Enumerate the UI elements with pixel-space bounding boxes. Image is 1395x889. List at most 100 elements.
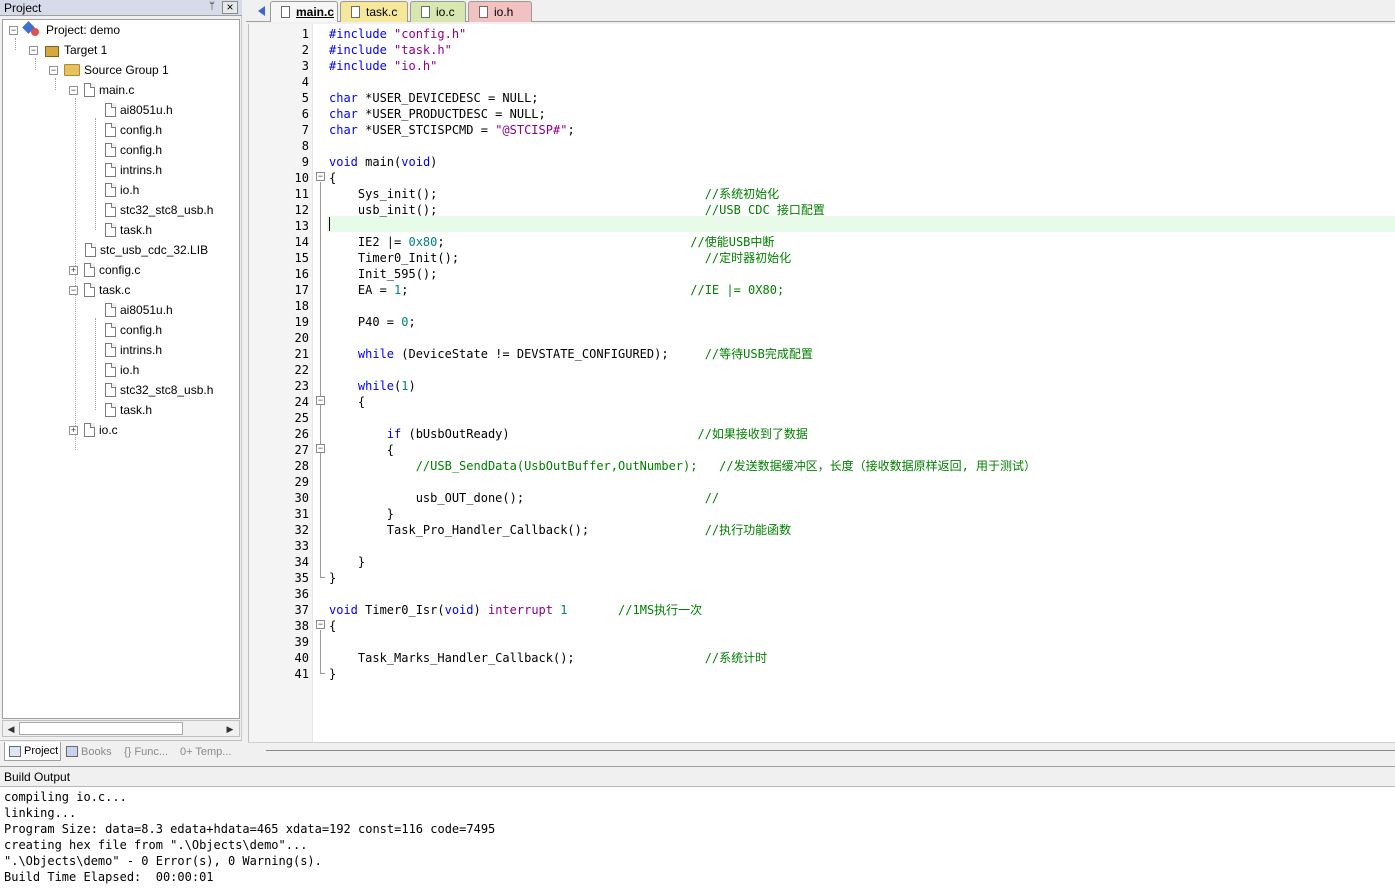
code-line[interactable]: //USB_SendData(UsbOutBuffer,OutNumber); … (329, 458, 1036, 474)
code-line[interactable]: char *USER_DEVICEDESC = NULL; (329, 90, 539, 106)
code-line[interactable]: EA = 1; //IE |= 0X80; (329, 282, 784, 298)
tree-file-config-c[interactable]: + config.c (69, 261, 140, 279)
tree-project-root[interactable]: − Project: demo (9, 21, 120, 39)
code-line[interactable]: } (329, 570, 336, 586)
tree-file-main-child[interactable]: intrins.h (105, 161, 162, 179)
code-line[interactable]: { (329, 442, 394, 458)
code-line[interactable]: } (329, 554, 365, 570)
fold-toggle-icon[interactable]: − (316, 620, 325, 629)
tree-file-io-c[interactable]: + io.c (69, 421, 118, 439)
file-icon (105, 363, 116, 377)
fold-toggle-icon[interactable]: − (316, 396, 325, 405)
code-line[interactable]: { (329, 394, 365, 410)
tab-task-c[interactable]: task.c (340, 1, 408, 22)
code-line[interactable]: } (329, 666, 336, 682)
line-number: 6 (301, 107, 309, 121)
tree-file-main-c[interactable]: − main.c (69, 81, 134, 99)
tree-file-main-child[interactable]: config.h (105, 141, 162, 159)
collapse-toggle-icon[interactable]: − (9, 25, 18, 35)
code-line[interactable]: #include "config.h" (329, 26, 466, 42)
scrollbar-thumb[interactable] (19, 722, 183, 735)
code-line[interactable]: { (329, 170, 336, 186)
scroll-left-icon[interactable]: ◀ (4, 722, 18, 736)
tree-file-task-child[interactable]: stc32_stc8_usb.h (105, 381, 213, 399)
code-line[interactable]: Sys_init(); //系统初始化 (329, 186, 779, 202)
expand-toggle-icon[interactable]: + (69, 265, 78, 275)
code-line[interactable]: #include "io.h" (329, 58, 437, 74)
code-editor: main.c task.c io.c io.h 1 2 3 4 5 6 7 8 … (246, 0, 1395, 762)
tree-file-main-child[interactable]: ai8051u.h (105, 101, 173, 119)
tree-file-main-child[interactable]: io.h (105, 181, 139, 199)
tree-label: ai8051u.h (120, 303, 173, 317)
code-line[interactable]: } (329, 506, 394, 522)
build-output-text[interactable]: compiling io.c... linking... Program Siz… (4, 789, 1394, 885)
file-icon (281, 6, 290, 18)
line-number: 11 (294, 187, 309, 201)
tab-io-c[interactable]: io.c (410, 1, 466, 22)
line-number: 7 (301, 123, 309, 137)
tree-file-task-child[interactable]: ai8051u.h (105, 301, 173, 319)
tree-file-main-child[interactable]: stc32_stc8_usb.h (105, 201, 213, 219)
output-line: creating hex file from ".\Objects\demo".… (4, 838, 308, 852)
tree-label: intrins.h (120, 163, 163, 177)
fold-toggle-icon[interactable]: − (316, 444, 325, 453)
code-line[interactable]: void Timer0_Isr(void) interrupt 1 //1MS执… (329, 602, 702, 618)
collapse-toggle-icon[interactable]: − (69, 85, 78, 95)
expand-toggle-icon[interactable]: + (69, 425, 78, 435)
code-line[interactable]: char *USER_STCISPCMD = "@STCISP#"; (329, 122, 575, 138)
tree-file-task-c[interactable]: − task.c (69, 281, 130, 299)
project-title-bar: Project ᛘ × (0, 0, 242, 16)
code-line[interactable]: while(1) (329, 378, 416, 394)
build-output-title: Build Output (4, 770, 71, 784)
tree-label: config.c (99, 263, 141, 277)
code-line[interactable]: P40 = 0; (329, 314, 416, 330)
close-icon[interactable]: × (222, 1, 238, 14)
tree-label: task.h (120, 403, 153, 417)
tree-source-group[interactable]: − Source Group 1 (49, 61, 169, 79)
tree-file-lib[interactable]: stc_usb_cdc_32.LIB (85, 241, 208, 259)
tree-file-task-child[interactable]: io.h (105, 361, 139, 379)
scroll-right-icon[interactable]: ▶ (223, 722, 237, 736)
tab-io-h[interactable]: io.h (468, 1, 532, 22)
pin-icon[interactable]: ᛘ (206, 1, 218, 14)
code-line[interactable]: #include "task.h" (329, 42, 452, 58)
collapse-toggle-icon[interactable]: − (29, 45, 38, 55)
code-line[interactable]: { (329, 618, 336, 634)
code-line[interactable]: Init_595(); (329, 266, 437, 282)
tree-file-task-child[interactable]: intrins.h (105, 341, 162, 359)
tree-horizontal-scrollbar[interactable]: ◀ ▶ (2, 720, 240, 737)
code-line[interactable]: Task_Pro_Handler_Callback(); //执行功能函数 (329, 522, 791, 538)
tab-list-arrow-icon[interactable] (258, 6, 265, 16)
code-line[interactable]: void main(void) (329, 154, 437, 170)
fold-toggle-icon[interactable]: − (316, 172, 325, 181)
line-number: 14 (294, 235, 309, 249)
tree-file-task-child[interactable]: config.h (105, 321, 162, 339)
code-line[interactable]: usb_OUT_done(); // (329, 490, 719, 506)
file-icon (105, 383, 116, 397)
code-area[interactable]: 1 2 3 4 5 6 7 8 9 10 11 12 13 14 15 16 1… (248, 24, 1395, 742)
code-line[interactable]: usb_init(); //USB CDC 接口配置 (329, 202, 825, 218)
tab-functions[interactable]: {} Func... (120, 742, 176, 761)
editor-horizontal-scrollbar[interactable] (248, 742, 1395, 760)
tree-label: Target 1 (64, 43, 108, 57)
code-line[interactable]: while (DeviceState != DEVSTATE_CONFIGURE… (329, 346, 813, 362)
code-line[interactable]: Task_Marks_Handler_Callback(); //系统计时 (329, 650, 767, 666)
tree-file-main-child[interactable]: config.h (105, 121, 162, 139)
tree-label: stc32_stc8_usb.h (120, 203, 214, 217)
tab-templates[interactable]: 0+ Temp... (178, 742, 238, 761)
line-number: 5 (301, 91, 309, 105)
tree-label: ai8051u.h (120, 103, 173, 117)
code-line[interactable]: IE2 |= 0x80; //使能USB中断 (329, 234, 775, 250)
tab-books[interactable]: Books (62, 742, 118, 761)
tab-project[interactable]: Project (4, 742, 61, 761)
tree-file-task-child[interactable]: task.h (105, 401, 152, 419)
code-line[interactable]: Timer0_Init(); //定时器初始化 (329, 250, 791, 266)
collapse-toggle-icon[interactable]: − (69, 285, 78, 295)
tab-main-c[interactable]: main.c (270, 1, 338, 22)
code-line[interactable]: if (bUsbOutReady) //如果接收到了数据 (329, 426, 808, 442)
collapse-toggle-icon[interactable]: − (49, 65, 58, 75)
code-line[interactable]: char *USER_PRODUCTDESC = NULL; (329, 106, 546, 122)
tree-target[interactable]: − Target 1 (29, 41, 107, 59)
tree-file-main-child[interactable]: task.h (105, 221, 152, 239)
tab-label: io.c (436, 5, 455, 19)
